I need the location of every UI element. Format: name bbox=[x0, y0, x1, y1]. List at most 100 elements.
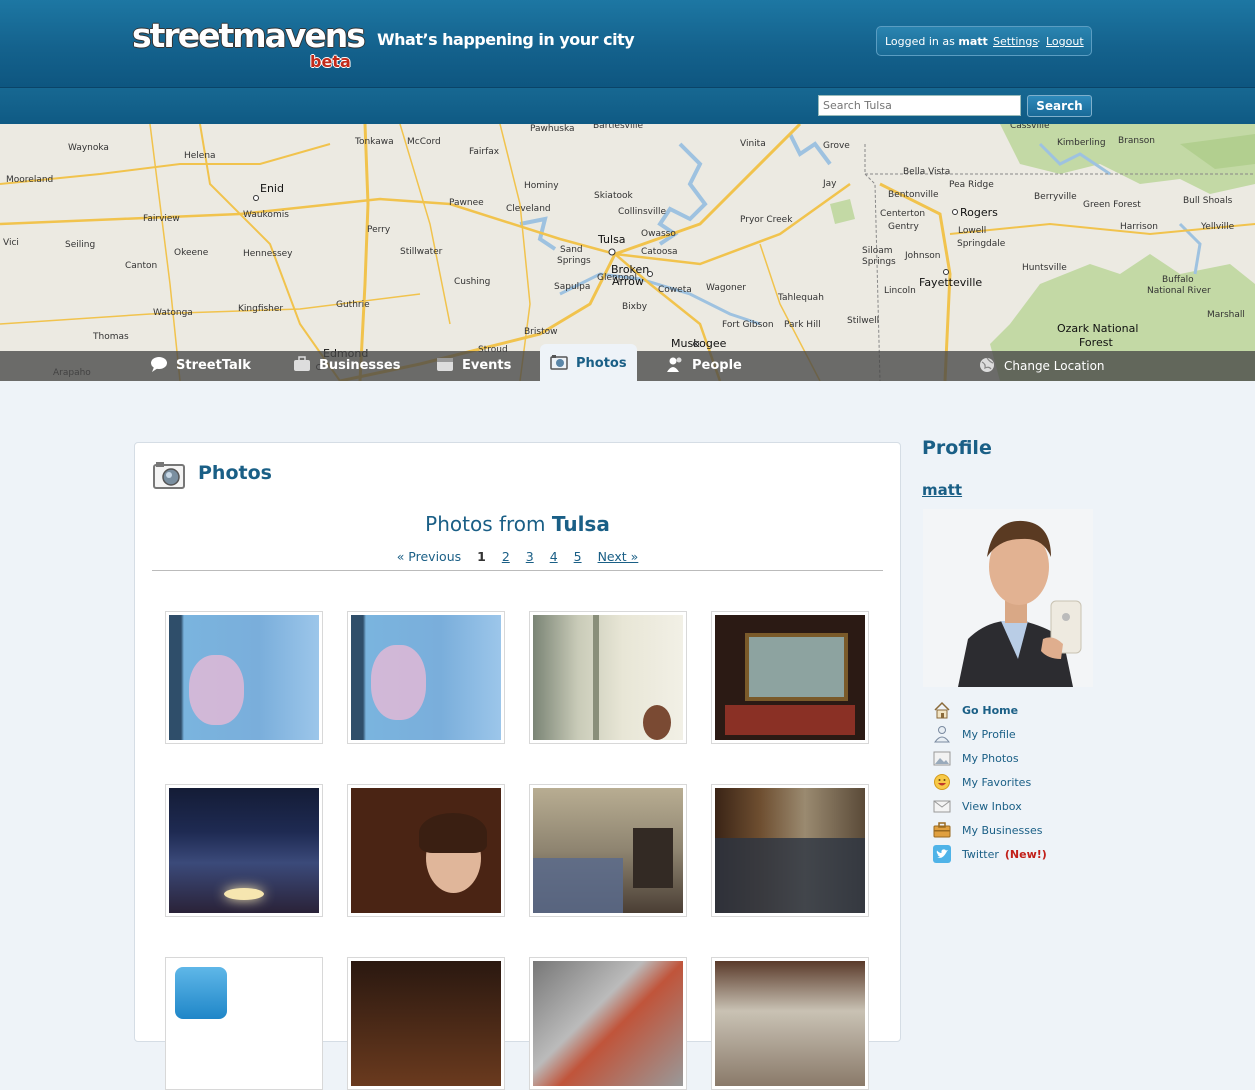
map-label-watonga: Watonga bbox=[153, 308, 193, 318]
map-label-pryor-creek: Pryor Creek bbox=[740, 215, 793, 225]
map-label-cleveland: Cleveland bbox=[506, 204, 551, 214]
tab-label: StreetTalk bbox=[176, 358, 251, 373]
map-label-bella-vista: Bella Vista bbox=[903, 167, 951, 177]
map-label-lowell: Lowell bbox=[958, 226, 987, 236]
photo-thumbnail[interactable] bbox=[529, 957, 687, 1090]
map-label-harrison: Harrison bbox=[1120, 222, 1158, 232]
map-label-johnson: Johnson bbox=[905, 251, 941, 261]
photo-icon bbox=[933, 751, 951, 766]
briefcase-icon bbox=[294, 355, 310, 371]
map-label-coweta: Coweta bbox=[658, 285, 692, 295]
map-label-bixby: Bixby bbox=[622, 302, 648, 312]
photo-image bbox=[351, 788, 501, 913]
map-label-vinita: Vinita bbox=[740, 139, 766, 149]
map-label-marshall: Marshall bbox=[1207, 310, 1245, 320]
map-label-enid: Enid bbox=[260, 182, 284, 195]
photo-image bbox=[169, 788, 319, 913]
people-icon bbox=[667, 357, 682, 372]
globe-icon bbox=[980, 357, 994, 372]
tab-events[interactable]: Events bbox=[436, 351, 511, 381]
map-label-kingfisher: Kingfisher bbox=[238, 304, 284, 314]
site-logo[interactable]: streetmavens beta bbox=[132, 16, 366, 76]
map-label-bentonville: Bentonville bbox=[888, 190, 939, 200]
map-label-stilwell: Stilwell bbox=[847, 316, 880, 326]
map-label-grove: Grove bbox=[823, 141, 850, 151]
twitter-icon bbox=[933, 845, 951, 863]
smiley-icon bbox=[934, 774, 950, 790]
user-status-box: Logged in as matt Settings · Logout bbox=[876, 26, 1092, 56]
city-map[interactable]: Waynoka Helena Tonkawa McCord Pawhuska B… bbox=[0, 124, 1255, 381]
tab-people[interactable]: People bbox=[666, 351, 742, 381]
heading-prefix: Photos from bbox=[425, 512, 546, 536]
photo-thumbnail[interactable] bbox=[711, 784, 869, 917]
map-label-hominy: Hominy bbox=[524, 181, 559, 191]
photo-thumbnail[interactable] bbox=[165, 784, 323, 917]
photo-image bbox=[533, 788, 683, 913]
search-button[interactable]: Search bbox=[1027, 95, 1092, 117]
briefcase-icon bbox=[933, 822, 951, 838]
map-label-pea-ridge: Pea Ridge bbox=[949, 180, 994, 190]
map-label-yellville: Yellville bbox=[1201, 222, 1235, 232]
tab-photos[interactable]: Photos bbox=[540, 344, 637, 381]
tab-businesses[interactable]: Businesses bbox=[293, 351, 400, 381]
link-separator: · bbox=[1037, 35, 1041, 48]
pager-page-5[interactable]: 5 bbox=[574, 549, 582, 564]
map-label-cassville: Cassville bbox=[1010, 124, 1050, 131]
pager-page-3[interactable]: 3 bbox=[526, 549, 534, 564]
menu-label: My Photos bbox=[962, 752, 1019, 765]
photo-thumbnail[interactable] bbox=[347, 957, 505, 1090]
map-label-waynoka: Waynoka bbox=[68, 143, 109, 153]
map-label-skiatook: Skiatook bbox=[594, 191, 633, 201]
map-label-siloam-springs: Siloam bbox=[862, 246, 893, 256]
divider bbox=[152, 570, 883, 571]
settings-link[interactable]: Settings bbox=[993, 35, 1038, 48]
tab-label: People bbox=[692, 358, 742, 373]
map-label-jay: Jay bbox=[823, 179, 837, 189]
menu-label: Twitter bbox=[962, 848, 999, 861]
site-tagline: What’s happening in your city bbox=[377, 30, 635, 49]
photo-thumbnail[interactable] bbox=[529, 611, 687, 744]
map-label-sapulpa: Sapulpa bbox=[554, 282, 591, 292]
person-icon bbox=[934, 726, 950, 743]
tab-label: Photos bbox=[576, 356, 627, 371]
pager-page-4[interactable]: 4 bbox=[550, 549, 558, 564]
tab-streettalk[interactable]: StreetTalk bbox=[150, 351, 251, 381]
panel-title: Photos bbox=[198, 462, 272, 484]
map-label-cushing: Cushing bbox=[454, 277, 491, 287]
camera-icon bbox=[550, 354, 568, 370]
sidebar-title: Profile bbox=[922, 437, 992, 459]
logged-in-text: Logged in as matt bbox=[885, 35, 988, 48]
photo-thumbnail[interactable] bbox=[529, 784, 687, 917]
photo-thumbnail[interactable] bbox=[711, 611, 869, 744]
map-label-buffalo-national-river: Buffalo bbox=[1162, 275, 1194, 285]
photo-thumbnail[interactable] bbox=[711, 957, 869, 1090]
photo-image bbox=[715, 788, 865, 913]
map-label-tonkawa: Tonkawa bbox=[355, 137, 394, 147]
photo-image bbox=[351, 615, 501, 740]
photo-image bbox=[715, 961, 865, 1086]
logged-in-prefix: Logged in as bbox=[885, 35, 955, 48]
map-label-vici: Vici bbox=[3, 238, 19, 248]
avatar[interactable] bbox=[923, 509, 1093, 687]
pager-next[interactable]: Next » bbox=[598, 549, 639, 564]
change-location-link[interactable]: Change Location bbox=[978, 351, 1105, 381]
map-label-fairview: Fairview bbox=[143, 214, 180, 224]
photo-thumbnail[interactable] bbox=[347, 611, 505, 744]
pager-page-2[interactable]: 2 bbox=[502, 549, 510, 564]
photo-thumbnail[interactable] bbox=[347, 784, 505, 917]
map-label-buffalo-national-river-2: National River bbox=[1147, 286, 1211, 296]
tab-label: Events bbox=[462, 358, 512, 373]
map-label-sand-springs-2: Springs bbox=[557, 256, 591, 266]
photo-thumbnail[interactable] bbox=[165, 611, 323, 744]
envelope-icon bbox=[933, 800, 951, 813]
pager-current: 1 bbox=[477, 549, 486, 564]
photo-thumbnail[interactable] bbox=[165, 957, 323, 1090]
map-label-thomas: Thomas bbox=[93, 332, 129, 342]
pager-previous[interactable]: « Previous bbox=[397, 549, 461, 564]
photo-image bbox=[351, 961, 501, 1086]
map-label-bull-shoals: Bull Shoals bbox=[1183, 196, 1233, 206]
search-input[interactable] bbox=[818, 95, 1021, 116]
camera-icon bbox=[153, 462, 185, 489]
logout-link[interactable]: Logout bbox=[1046, 35, 1084, 48]
profile-username-link[interactable]: matt bbox=[922, 481, 962, 499]
